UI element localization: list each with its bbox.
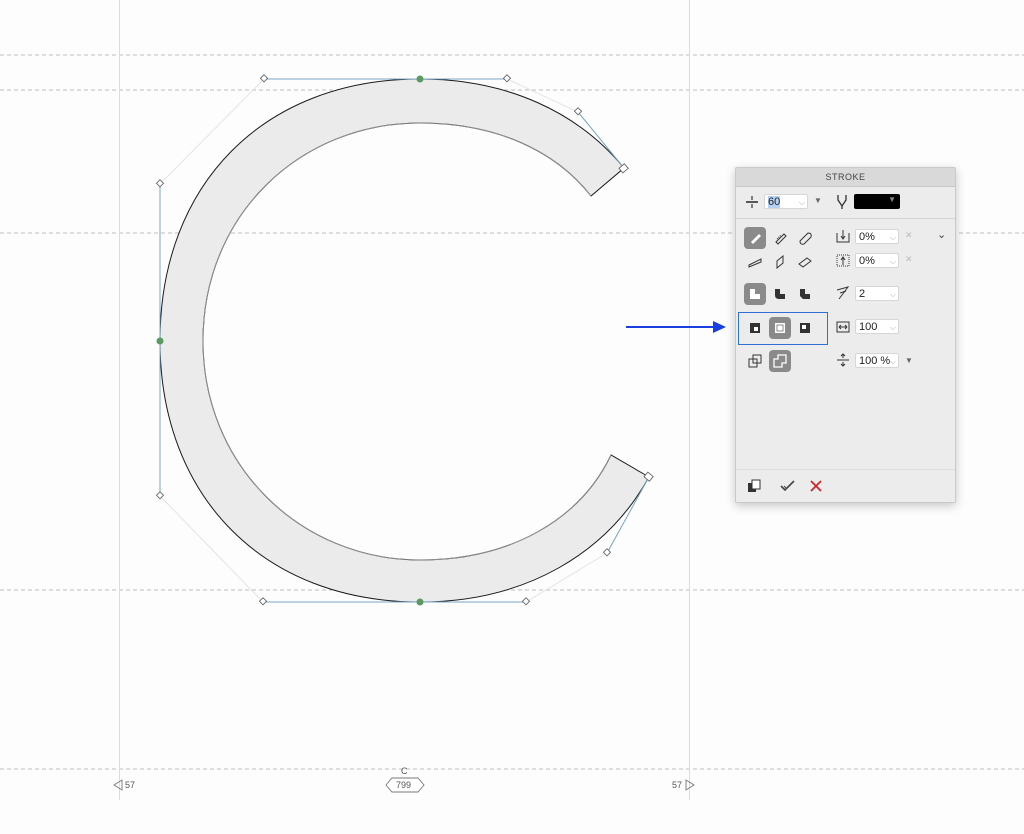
height-scale-input[interactable]: 100 % ⌵	[855, 353, 899, 368]
overlap-icon	[748, 354, 762, 368]
inner-contour	[202, 122, 612, 561]
scale-menu-icon[interactable]: ▼	[905, 356, 913, 365]
miter-limit-icon	[836, 286, 850, 300]
chevron-down-icon[interactable]: ⌵	[890, 254, 896, 269]
chevron-down-icon[interactable]: ⌵	[799, 195, 805, 210]
end-offset-icon	[836, 254, 850, 267]
chevron-down-icon[interactable]: ⌵	[890, 230, 896, 245]
align-inside-button[interactable]	[744, 317, 766, 339]
panel-footer	[736, 469, 955, 502]
join-round-button[interactable]	[769, 283, 791, 305]
end-offset-input[interactable]: 0% ⌵	[855, 253, 899, 268]
width-scale-icon	[836, 321, 850, 333]
cap-square-button[interactable]	[794, 227, 816, 249]
rsb-value[interactable]: 57	[672, 780, 682, 790]
confirm-check-icon[interactable]	[780, 479, 796, 493]
cap-butt-button[interactable]	[744, 227, 766, 249]
stroke-width-row: 60 ⌵ ▼ ▼	[736, 187, 955, 219]
align-center-icon	[775, 323, 785, 333]
cap-bevel-icon	[798, 257, 812, 268]
lsb-value[interactable]: 57	[125, 780, 135, 790]
panel-title: STROKE	[736, 168, 955, 187]
join-miter-button[interactable]	[744, 283, 766, 305]
join-bevel-button[interactable]	[794, 283, 816, 305]
overlap-keep-button[interactable]	[744, 350, 766, 372]
endpoint-markers[interactable]	[618, 163, 654, 482]
overlap-remove-button[interactable]	[769, 350, 791, 372]
clear-icon[interactable]: ✕	[905, 230, 913, 241]
stroke-color-well[interactable]: ▼	[854, 194, 900, 209]
cap-angled-button[interactable]	[769, 251, 791, 273]
cap-flat-button[interactable]	[744, 251, 766, 273]
chevron-down-icon[interactable]: ⌵	[890, 287, 896, 302]
cap-angled-icon	[776, 255, 784, 269]
stroke-width-icon	[746, 196, 758, 208]
cap-bevel-button[interactable]	[794, 251, 816, 273]
stroke-panel: STROKE 60 ⌵ ▼ ▼ 0% ⌵ ✕ ⌄ 0% ⌵ ✕ 2 ⌵ 100 …	[735, 167, 956, 503]
advance-width-value[interactable]: 799	[396, 780, 411, 790]
align-outside-icon	[800, 323, 810, 333]
left-arrow-icon	[113, 779, 123, 791]
height-scale-icon	[837, 353, 849, 367]
node-top[interactable]	[416, 75, 424, 83]
align-inside-icon	[750, 323, 760, 333]
expand-chevron-icon[interactable]: ⌄	[937, 228, 946, 241]
join-miter-icon	[750, 289, 760, 299]
chevron-down-icon[interactable]: ⌵	[890, 354, 896, 369]
remove-overlap-icon	[773, 354, 787, 368]
stroke-width-menu-icon[interactable]: ▼	[814, 196, 822, 205]
color-menu-icon[interactable]: ▼	[888, 195, 896, 204]
cap-round-button[interactable]	[769, 227, 791, 249]
cap-square-icon	[799, 232, 812, 245]
chevron-down-icon[interactable]: ⌵	[890, 320, 896, 335]
node-left[interactable]	[156, 337, 164, 345]
node-bottom[interactable]	[416, 598, 424, 606]
join-round-icon	[775, 289, 785, 299]
pen-nib-icon	[837, 195, 847, 209]
start-offset-icon	[836, 230, 850, 243]
align-outside-button[interactable]	[794, 317, 816, 339]
cancel-x-icon[interactable]	[809, 479, 823, 493]
cap-round-icon	[775, 233, 787, 245]
off-curve-points[interactable]	[155, 74, 612, 606]
miter-limit-input[interactable]: 2 ⌵	[855, 286, 899, 301]
width-scale-input[interactable]: 100 ⌵	[855, 319, 899, 334]
arrow-right-icon	[626, 321, 726, 333]
clear-icon[interactable]: ✕	[905, 254, 913, 265]
start-offset-input[interactable]: 0% ⌵	[855, 229, 899, 244]
align-center-button[interactable]	[769, 317, 791, 339]
glyph-outline-c[interactable]	[159, 78, 650, 603]
stroke-width-input[interactable]: 60 ⌵	[764, 194, 808, 209]
glyph-name: C	[401, 766, 408, 776]
cap-butt-icon	[751, 234, 761, 244]
join-bevel-icon	[800, 289, 810, 299]
cap-flat-icon	[748, 258, 762, 268]
duplicate-icon[interactable]	[747, 479, 761, 493]
